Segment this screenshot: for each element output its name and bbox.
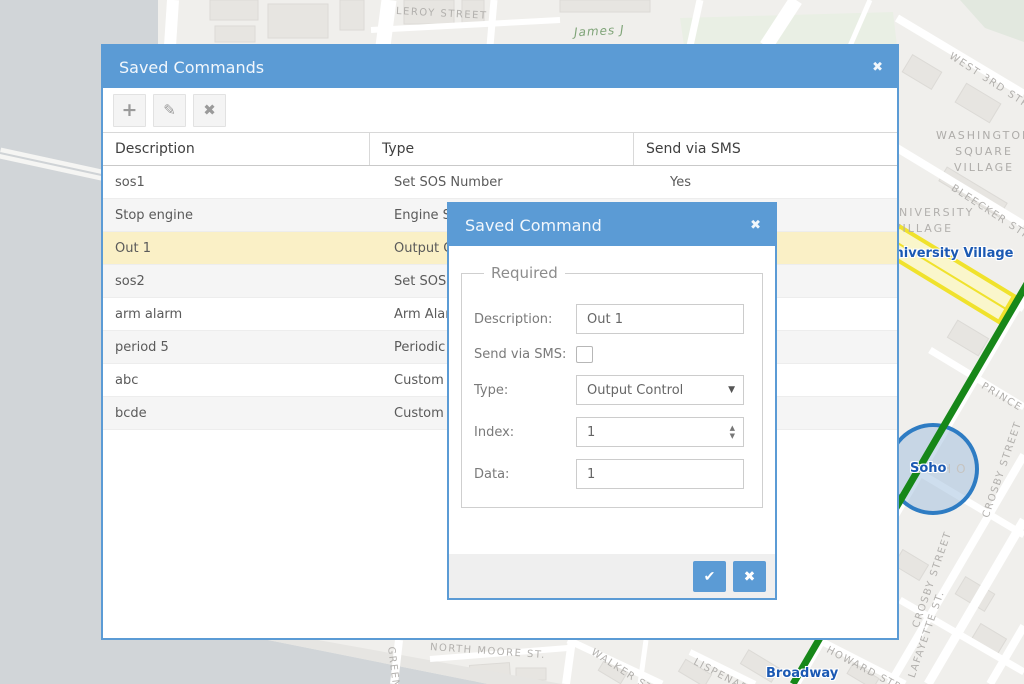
description-input[interactable] — [587, 312, 735, 327]
column-header-type[interactable]: Type — [370, 133, 634, 165]
cancel-button[interactable]: ✖ — [733, 561, 766, 592]
delete-command-button[interactable]: ✖ — [193, 94, 226, 127]
commands-table-header: Description Type Send via SMS — [103, 132, 897, 166]
column-header-description[interactable]: Description — [103, 133, 370, 165]
check-icon: ✔ — [704, 568, 716, 585]
type-label: Type: — [474, 383, 576, 398]
geofence-label-broadway: Broadway — [766, 666, 838, 681]
chevron-down-icon: ▼ — [728, 385, 735, 395]
saved-command-dialog-header[interactable]: Saved Command ✖ — [449, 204, 775, 246]
area-label-washington-square-village: WASHINGTON SQUARE VILLAGE — [936, 128, 1024, 176]
add-command-button[interactable]: + — [113, 94, 146, 127]
saved-commands-dialog-title: Saved Commands — [119, 58, 872, 77]
data-input[interactable] — [587, 467, 735, 482]
plus-icon: + — [122, 99, 138, 121]
data-field[interactable] — [576, 459, 744, 489]
table-row[interactable]: sos1 Set SOS Number Yes — [103, 166, 897, 199]
cancel-icon: ✖ — [744, 568, 756, 585]
send-via-sms-checkbox[interactable] — [576, 346, 593, 363]
area-label-village: VILLAGE — [893, 222, 953, 235]
number-stepper[interactable]: ▲ ▼ — [730, 424, 735, 440]
commands-toolbar: + ✎ ✖ — [103, 88, 897, 132]
saved-command-dialog-title: Saved Command — [465, 216, 750, 235]
type-select[interactable]: Output Control ▼ — [576, 375, 744, 405]
area-label-university: UNIVERSITY — [889, 206, 974, 219]
description-field[interactable] — [576, 304, 744, 334]
column-header-send-via-sms[interactable]: Send via SMS — [634, 133, 897, 165]
spin-up-icon[interactable]: ▲ — [730, 424, 735, 432]
required-fieldset: Required Description: Send via SMS: Type… — [461, 264, 763, 508]
park-label-james-walker: James J — [574, 23, 625, 40]
confirm-button[interactable]: ✔ — [693, 561, 726, 592]
geofence-label-university-village: University Village — [884, 246, 1013, 261]
saved-command-dialog-footer: ✔ ✖ — [449, 554, 775, 598]
send-via-sms-label: Send via SMS: — [474, 347, 576, 362]
saved-commands-dialog-header[interactable]: Saved Commands ✖ — [103, 46, 897, 88]
required-legend: Required — [484, 264, 565, 282]
index-label: Index: — [474, 425, 576, 440]
close-icon[interactable]: ✖ — [872, 60, 883, 75]
close-icon[interactable]: ✖ — [750, 218, 761, 233]
data-label: Data: — [474, 467, 576, 482]
pencil-icon: ✎ — [163, 101, 176, 119]
index-input[interactable] — [587, 425, 730, 440]
spin-down-icon[interactable]: ▼ — [730, 432, 735, 440]
type-select-value: Output Control — [587, 383, 683, 398]
delete-icon: ✖ — [203, 101, 216, 119]
index-field[interactable]: ▲ ▼ — [576, 417, 744, 447]
description-label: Description: — [474, 312, 576, 327]
geofence-label-soho: Soho — [910, 461, 946, 476]
saved-command-dialog: Saved Command ✖ Required Description: Se… — [447, 202, 777, 600]
saved-command-form: Required Description: Send via SMS: Type… — [449, 246, 775, 554]
edit-command-button[interactable]: ✎ — [153, 94, 186, 127]
